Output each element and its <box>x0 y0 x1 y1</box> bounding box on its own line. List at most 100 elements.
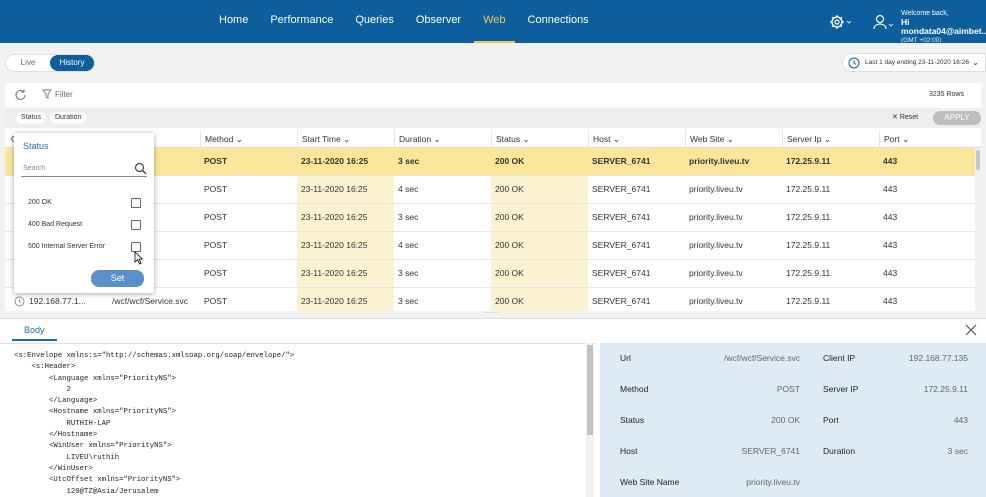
xml-line: LIVEU\ruthih <box>14 453 120 462</box>
date-range-text: Last 1 day ending 23-11-2020 16:26 <box>865 59 969 66</box>
option-label-400: 400 Bad Request <box>28 221 83 228</box>
cell-port: 443 <box>883 156 898 166</box>
panel-resize-handle[interactable]: ⋯⋯ <box>484 310 504 317</box>
cell-website: priority.liveu.tv <box>689 240 743 250</box>
cell-start-time: 23-11-2020 16:25 <box>297 204 394 231</box>
table-scrollbar[interactable] <box>975 148 981 311</box>
tab-body[interactable]: Body <box>12 319 57 341</box>
xml-line: <Language xmlns="PriorityNS"> <box>14 374 177 383</box>
request-details: Url /wcf/wcf/Service.svc Method POST Sta… <box>600 343 986 497</box>
cell-host: SERVER_6741 <box>592 268 651 278</box>
cell-duration: 4 sec <box>398 240 419 250</box>
chevron-down-icon: ⌄ <box>972 58 979 67</box>
xml-scrollbar[interactable] <box>586 343 594 497</box>
xml-line: 2 <box>14 385 71 394</box>
cell-method: POST <box>204 296 228 306</box>
detail-value-server-ip: 172.25.9.11 <box>923 384 968 394</box>
cell-host: SERVER_6741 <box>592 184 651 194</box>
cell-status: 200 OK <box>491 232 588 259</box>
close-icon[interactable] <box>965 324 977 336</box>
request-detail-panel: Body <s:Envelope xmlns:s="http://schemas… <box>0 318 986 497</box>
mouse-pointer-icon <box>134 251 144 265</box>
nav-queries[interactable]: Queries <box>346 0 403 43</box>
checkbox-200-ok[interactable] <box>131 198 141 208</box>
cell-status: 200 OK <box>491 260 588 287</box>
nav-performance[interactable]: Performance <box>261 0 342 43</box>
col-starttime-label: Start Time <box>302 134 341 144</box>
scrollbar-thumb[interactable] <box>976 150 980 170</box>
user-avatar-icon[interactable] <box>872 13 896 31</box>
col-status-header[interactable]: Status ⌄ <box>491 130 588 148</box>
cell-method: POST <box>204 268 228 278</box>
xml-line: </WinUser> <box>14 464 93 473</box>
col-duration-header[interactable]: Duration ⌄ <box>394 130 491 148</box>
cell-host: SERVER_6741 <box>592 240 651 250</box>
user-timezone: (GMT +02:00) <box>901 37 942 44</box>
nav-home[interactable]: Home <box>210 0 257 43</box>
col-starttime-header[interactable]: Start Time ⌄ <box>297 130 394 148</box>
col-duration-label: Duration <box>399 134 432 144</box>
xml-line: <s:Header> <box>14 363 76 372</box>
detail-label-duration: Duration <box>823 446 856 456</box>
cell-port: 443 <box>883 240 898 250</box>
apply-button[interactable]: APPLY <box>933 111 981 125</box>
status-filter-chip[interactable]: Status <box>16 112 46 124</box>
col-method-header[interactable]: Method ⌄ <box>200 130 297 148</box>
reset-label: Reset <box>899 114 919 121</box>
cell-duration: 3 sec <box>398 296 419 306</box>
detail-label-website: Web Site Name <box>620 477 680 487</box>
date-range-picker[interactable]: Last 1 day ending 23-11-2020 16:26 ⌄ <box>842 53 986 72</box>
user-welcome: Welcome back, Hi mondata04@aimbet... (GM… <box>901 9 986 45</box>
duration-filter-chip[interactable]: Duration <box>50 112 87 124</box>
nav-connections[interactable]: Connections <box>519 0 598 43</box>
col-status-label: Status <box>496 134 521 144</box>
col-port-header[interactable]: Port ⌄ <box>879 130 975 148</box>
col-serverip-label: Server Ip <box>787 134 822 144</box>
col-port-label: Port <box>884 134 900 144</box>
col-client-header[interactable]: C <box>5 130 17 148</box>
cell-client-text: 192.168.77.1... <box>29 296 86 306</box>
live-tab[interactable]: Live <box>6 55 50 71</box>
reset-button[interactable]: ✕ Reset <box>892 113 918 121</box>
xml-line: <s:Envelope xmlns:s="http://schemas.xmls… <box>14 352 295 360</box>
cell-duration: 3 sec <box>398 268 419 278</box>
close-icon: ✕ <box>892 114 900 121</box>
nav-web[interactable]: Web <box>474 0 515 43</box>
filter-icon[interactable] <box>42 89 52 99</box>
col-website-header[interactable]: Web Site ⌄ <box>685 130 782 148</box>
detail-value-method: POST <box>776 384 800 394</box>
cell-method: POST <box>204 156 228 166</box>
status-filter-dropdown: Status Search 200 OK 400 Bad Request 500… <box>14 133 154 293</box>
cell-port: 443 <box>883 184 898 194</box>
option-label-200: 200 OK <box>28 199 52 206</box>
cell-duration: 4 sec <box>398 184 419 194</box>
col-host-header[interactable]: Host ⌄ <box>588 130 685 148</box>
col-serverip-header[interactable]: Server Ip ⌄ <box>782 130 879 148</box>
detail-value-port: 443 <box>953 415 968 425</box>
cell-method: POST <box>204 240 228 250</box>
history-tab[interactable]: History <box>50 55 94 71</box>
option-label-500: 500 Internal Server Error <box>28 243 106 250</box>
nav-observer[interactable]: Observer <box>407 0 470 43</box>
filter-label[interactable]: Filter <box>55 90 73 99</box>
table-toolbar: Filter 3235 Rows <box>5 83 981 106</box>
cell-website: priority.liveu.tv <box>689 184 743 194</box>
xml-body-viewer: <s:Envelope xmlns:s="http://schemas.xmls… <box>0 343 596 497</box>
scrollbar-thumb[interactable] <box>587 345 593 435</box>
detail-value-website: priority.liveu.tv <box>746 477 800 487</box>
settings-gear-icon[interactable] <box>829 13 853 31</box>
cell-server-ip: 172.25.9.11 <box>786 184 831 194</box>
set-button[interactable]: Set <box>91 270 144 287</box>
cell-start-time: 23-11-2020 16:25 <box>297 232 394 259</box>
xml-line: </Hostname> <box>14 431 98 440</box>
detail-value-duration: 3 sec <box>947 446 968 456</box>
cell-port: 443 <box>883 296 898 306</box>
cell-status: 200 OK <box>495 156 525 166</box>
refresh-icon[interactable] <box>14 88 28 102</box>
checkbox-400-bad-request[interactable] <box>131 220 141 230</box>
cell-host: SERVER_6741 <box>592 212 651 222</box>
status-search-input[interactable]: Search <box>21 161 147 177</box>
xml-line: RUTHIH-LAP <box>14 419 111 428</box>
row-count: 3235 Rows <box>928 91 964 98</box>
detail-label-method: Method <box>620 384 649 394</box>
